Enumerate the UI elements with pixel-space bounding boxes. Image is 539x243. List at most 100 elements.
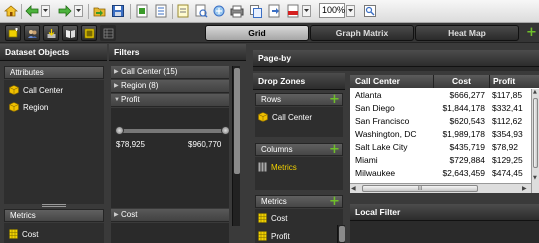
grid-vertical-scrollbar[interactable]: ▲ ▼ <box>531 89 539 193</box>
filter-label: Cost <box>121 210 138 219</box>
forward-icon[interactable] <box>57 3 73 19</box>
forward-dropdown[interactable] <box>74 5 83 17</box>
save-icon[interactable] <box>110 3 126 19</box>
local-filter-zone <box>350 221 539 243</box>
table-row: San Francisco $620,543 $112,62 <box>350 115 531 127</box>
cell-cost: $2,643,459 <box>442 168 485 178</box>
cell-cost: $666,277 <box>449 90 485 100</box>
book-icon[interactable] <box>62 25 78 41</box>
scroll-up-icon[interactable]: ▲ <box>533 89 537 95</box>
dz-metric-cost[interactable]: Cost <box>258 213 287 223</box>
scroll-right-icon[interactable]: ▶ <box>522 185 527 192</box>
metric-icon <box>258 213 267 223</box>
filter-profit[interactable]: ▼ Profit <box>111 94 229 107</box>
back-dropdown[interactable] <box>41 5 50 17</box>
layout-icon[interactable] <box>81 25 97 41</box>
cell-call-center: Miami <box>355 155 378 165</box>
copy-icon[interactable] <box>248 3 264 19</box>
drop-zones-title: Drop Zones <box>253 73 345 90</box>
range-min-label: $78,925 <box>116 140 145 149</box>
attributes-header: Attributes <box>4 66 104 79</box>
page-by-zone <box>253 67 539 71</box>
add-column-icon[interactable]: + <box>329 143 340 156</box>
grid-settings-icon[interactable] <box>100 25 116 41</box>
export-file-icon[interactable] <box>266 3 282 19</box>
download-icon[interactable] <box>43 25 59 41</box>
print-icon[interactable] <box>229 3 245 19</box>
splitter-handle[interactable] <box>42 204 66 207</box>
find-icon[interactable] <box>362 3 378 19</box>
notes-icon[interactable] <box>175 3 191 19</box>
column-metrics[interactable]: Metrics <box>258 162 297 172</box>
open-folder-icon[interactable] <box>92 3 108 19</box>
range-slider-track[interactable] <box>118 129 228 133</box>
cell-profit: $112,62 <box>492 116 523 126</box>
grid-header-profit[interactable]: Profit <box>490 75 539 88</box>
add-metric-icon[interactable]: + <box>329 195 340 208</box>
metric-label: Profit <box>271 231 290 241</box>
filter-label: Profit <box>121 95 140 104</box>
local-filter-title: Local Filter <box>350 204 539 221</box>
zoom-dropdown[interactable] <box>346 5 355 17</box>
home-icon[interactable] <box>3 3 19 19</box>
dataset-objects-title: Dataset Objects <box>0 44 107 61</box>
add-row-icon[interactable]: + <box>329 93 340 106</box>
cell-cost: $1,989,178 <box>442 129 485 139</box>
range-slider-max-handle[interactable] <box>221 126 230 135</box>
dz-metric-profit[interactable]: Profit <box>258 231 290 241</box>
expand-arrow-icon: ▶ <box>114 212 119 218</box>
filter-label: Region (8) <box>121 81 159 90</box>
cost-filter-body <box>111 223 229 243</box>
attribute-label: Call Center <box>23 85 64 95</box>
range-slider-min-handle[interactable] <box>115 126 124 135</box>
pdf-dropdown[interactable] <box>302 5 311 17</box>
collapse-arrow-icon: ▼ <box>114 97 120 103</box>
filters-scrollbar[interactable] <box>232 66 240 226</box>
tab-graph-matrix[interactable]: Graph Matrix <box>310 25 414 41</box>
scroll-down-icon[interactable]: ▼ <box>533 175 537 181</box>
zoom-select[interactable]: 100% <box>319 3 345 18</box>
add-dataset-icon[interactable] <box>5 25 21 41</box>
metrics-stack-icon <box>258 162 267 172</box>
main-toolbar: 100% <box>0 0 539 23</box>
drop-zones-scrollbar[interactable] <box>337 225 345 243</box>
metric-icon <box>258 231 267 241</box>
cell-call-center: Atlanta <box>355 90 382 100</box>
view-toolbar: Grid Graph Matrix Heat Map + <box>0 23 539 43</box>
cell-profit: $354,93 <box>492 129 523 139</box>
table-row: Atlanta $666,277 $117,85 <box>350 89 531 101</box>
cell-call-center: Washington, DC <box>355 129 417 139</box>
export-icon[interactable] <box>134 3 150 19</box>
metric-cost[interactable]: Cost <box>9 229 38 239</box>
metric-label: Cost <box>22 229 39 239</box>
cell-cost: $729,884 <box>449 155 485 165</box>
cell-call-center: San Francisco <box>355 116 410 126</box>
filter-cost[interactable]: ▶ Cost <box>111 209 229 222</box>
scroll-left-icon[interactable]: ◀ <box>351 185 356 192</box>
users-icon[interactable] <box>24 25 40 41</box>
vscroll-thumb[interactable] <box>533 98 538 168</box>
row-call-center[interactable]: Call Center <box>258 112 312 122</box>
metric-icon <box>9 229 18 239</box>
pdf-icon[interactable] <box>285 3 301 19</box>
grid-header-cost[interactable]: Cost <box>434 75 490 88</box>
print-preview-icon[interactable] <box>193 3 209 19</box>
share-icon[interactable] <box>211 3 227 19</box>
grid-header-call-center[interactable]: Call Center <box>350 75 434 88</box>
grid-horizontal-scrollbar[interactable]: ◀ III ▶ <box>350 183 531 193</box>
tab-grid[interactable]: Grid <box>205 25 309 41</box>
table-row: Milwaukee $2,643,459 $474,45 <box>350 167 531 179</box>
tab-heat-map[interactable]: Heat Map <box>415 25 519 41</box>
attribute-call-center[interactable]: Call Center <box>9 85 63 95</box>
attribute-cube-icon <box>9 102 19 112</box>
filter-call-center[interactable]: ▶ Call Center (15) <box>111 66 229 79</box>
filter-region[interactable]: ▶ Region (8) <box>111 80 229 93</box>
cell-profit: $117,85 <box>492 90 523 100</box>
page-icon[interactable] <box>153 3 169 19</box>
cell-profit: $474,45 <box>492 168 523 178</box>
add-view-icon[interactable]: + <box>526 26 537 39</box>
hscroll-thumb[interactable]: III <box>362 185 478 192</box>
attribute-region[interactable]: Region <box>9 102 48 112</box>
attribute-cube-icon <box>9 85 19 95</box>
back-icon[interactable] <box>24 3 40 19</box>
